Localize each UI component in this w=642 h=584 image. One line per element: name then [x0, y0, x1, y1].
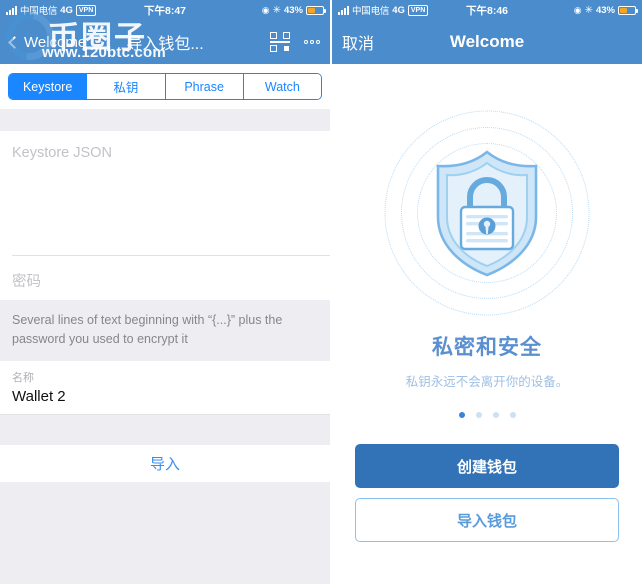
keystore-json-placeholder: Keystore JSON [12, 145, 318, 161]
location-arrow-icon: ◉ [262, 5, 270, 16]
password-placeholder: 密码 [12, 270, 318, 291]
location-arrow-icon: ◉ [574, 5, 582, 16]
carrier-label: 中国电信 [20, 3, 57, 17]
import-button-label: 导入 [150, 453, 180, 474]
battery-percent-label: 43% [284, 5, 303, 16]
qr-scan-icon[interactable] [270, 32, 290, 52]
status-bar-right: 中国电信 4G VPN 下午8:46 ◉ ✳ 43% [332, 0, 642, 20]
right-phone-screen: 中国电信 4G VPN 下午8:46 ◉ ✳ 43% 取消 Welcome [332, 0, 642, 584]
back-button-label: Welcome [24, 34, 86, 51]
nav-bar-left: Welcome 导入钱包... [0, 20, 330, 64]
battery-low-power-icon [306, 6, 324, 15]
dual-screenshot-container: 中国电信 4G VPN 下午8:47 ◉ ✳ 43% Welcome 导入钱包.… [0, 0, 642, 584]
shield-lock-illustration [382, 110, 592, 315]
welcome-headline: 私密和安全 [432, 331, 542, 361]
import-button[interactable]: 导入 [0, 445, 330, 482]
hint-text: Several lines of text beginning with “{.… [12, 311, 318, 349]
chevron-left-icon [8, 36, 21, 49]
welcome-actions: 创建钱包 导入钱包 [355, 444, 619, 542]
section-gap-top [0, 109, 330, 131]
wallet-name-value: Wallet 2 [12, 388, 318, 405]
hint-box: Several lines of text beginning with “{.… [0, 300, 330, 361]
network-type-label: 4G [392, 5, 405, 16]
shield-lock-icon [428, 147, 546, 279]
welcome-body: 私密和安全 私钥永远不会离开你的设备。 创建钱包 导入钱包 [332, 64, 642, 584]
tab-watch[interactable]: Watch [244, 74, 321, 99]
tab-private-key[interactable]: 私钥 [87, 74, 165, 99]
status-bar-left: 中国电信 4G VPN 下午8:47 ◉ ✳ 43% [0, 0, 330, 20]
more-dots-icon[interactable] [304, 40, 320, 44]
keystore-json-input[interactable]: Keystore JSON [0, 131, 330, 256]
status-bar-right-group: ◉ ✳ 43% [574, 5, 636, 16]
page-dot-4[interactable] [510, 412, 516, 418]
cancel-button[interactable]: 取消 [342, 30, 374, 54]
network-type-label: 4G [60, 5, 73, 16]
left-screen-body: Keystore 私钥 Phrase Watch Keystore JSON 密… [0, 64, 330, 584]
signal-bars-icon [338, 6, 349, 15]
welcome-subtext: 私钥永远不会离开你的设备。 [406, 371, 569, 390]
bottom-filler [0, 482, 330, 584]
back-button[interactable]: Welcome [10, 34, 86, 51]
nav-actions [270, 32, 320, 52]
page-indicator-dots[interactable] [459, 412, 516, 418]
vpn-badge: VPN [408, 5, 428, 16]
page-dot-3[interactable] [493, 412, 499, 418]
import-wallet-button[interactable]: 导入钱包 [355, 498, 619, 542]
nav-bar-right: 取消 Welcome [332, 20, 642, 64]
tab-bar-container: Keystore 私钥 Phrase Watch [0, 64, 330, 109]
battery-percent-label: 43% [596, 5, 615, 16]
section-gap-middle [0, 415, 330, 445]
page-title: Welcome [332, 32, 642, 52]
bluetooth-icon: ✳ [273, 5, 281, 16]
status-bar-left-group: 中国电信 4G VPN [6, 3, 96, 17]
password-input[interactable]: 密码 [0, 256, 330, 300]
battery-low-power-icon [618, 6, 636, 15]
page-dot-2[interactable] [476, 412, 482, 418]
left-phone-screen: 中国电信 4G VPN 下午8:47 ◉ ✳ 43% Welcome 导入钱包.… [0, 0, 330, 584]
wallet-name-label: 名称 [12, 369, 318, 385]
tab-keystore[interactable]: Keystore [9, 74, 87, 99]
import-method-tabs: Keystore 私钥 Phrase Watch [8, 73, 322, 100]
vpn-badge: VPN [76, 5, 96, 16]
status-bar-left-group: 中国电信 4G VPN [338, 3, 428, 17]
status-bar-right-group: ◉ ✳ 43% [262, 5, 324, 16]
page-dot-1[interactable] [459, 412, 465, 418]
wallet-name-input[interactable]: 名称 Wallet 2 [0, 361, 330, 415]
tab-phrase[interactable]: Phrase [166, 74, 244, 99]
carrier-label: 中国电信 [352, 3, 389, 17]
signal-bars-icon [6, 6, 17, 15]
field-divider [0, 414, 330, 415]
bluetooth-icon: ✳ [585, 5, 593, 16]
create-wallet-button[interactable]: 创建钱包 [355, 444, 619, 488]
